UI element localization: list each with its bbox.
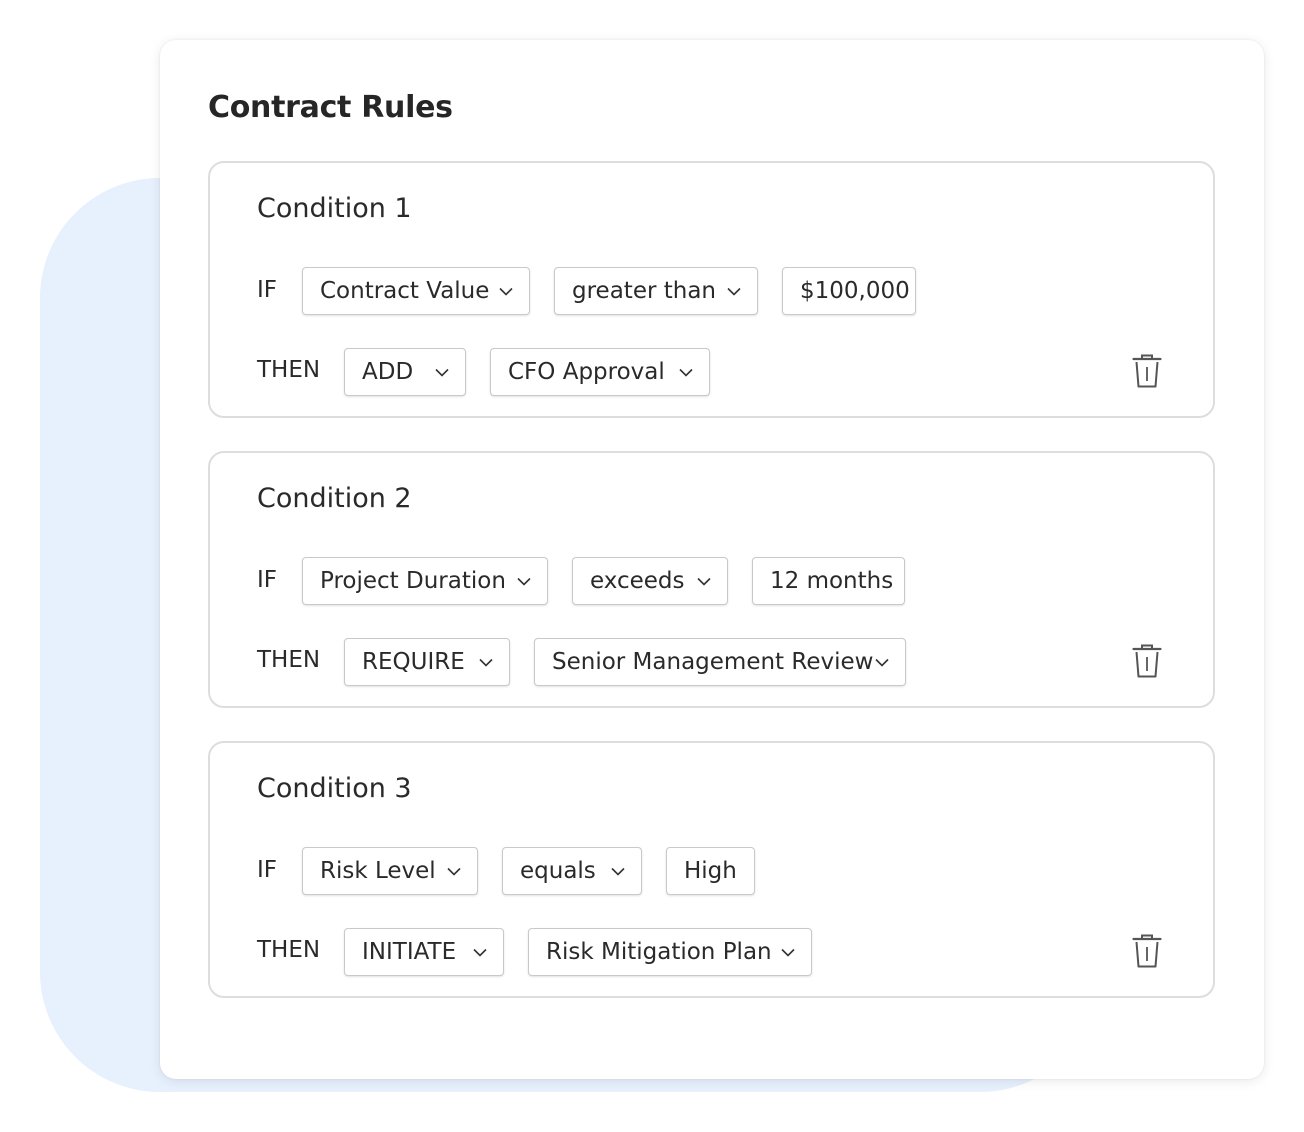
- action-dropdown[interactable]: REQUIRE: [344, 638, 510, 686]
- field-dropdown[interactable]: Contract Value: [302, 267, 530, 315]
- target-dropdown[interactable]: Senior Management Review: [534, 638, 906, 686]
- chevron-down-icon: [677, 366, 695, 378]
- operator-dropdown[interactable]: equals: [502, 847, 642, 895]
- condition-card-3: Condition 3 IF Risk Level equals High TH…: [208, 741, 1215, 998]
- operator-dropdown[interactable]: greater than: [554, 267, 758, 315]
- if-label: IF: [257, 277, 278, 303]
- page-title: Contract Rules: [208, 90, 453, 125]
- action-dropdown-value: REQUIRE: [362, 649, 465, 675]
- trash-icon: [1132, 934, 1162, 968]
- chevron-down-icon: [497, 285, 515, 297]
- operator-dropdown-value: exceeds: [590, 568, 685, 594]
- field-dropdown[interactable]: Risk Level: [302, 847, 478, 895]
- action-dropdown[interactable]: ADD: [344, 348, 466, 396]
- condition-card-2: Condition 2 IF Project Duration exceeds …: [208, 451, 1215, 708]
- if-label: IF: [257, 567, 278, 593]
- chevron-down-icon: [433, 366, 451, 378]
- chevron-down-icon: [695, 575, 713, 587]
- chevron-down-icon: [477, 656, 495, 668]
- field-dropdown[interactable]: Project Duration: [302, 557, 548, 605]
- contract-rules-panel: Contract Rules Condition 1 IF Contract V…: [160, 40, 1264, 1079]
- chevron-down-icon: [873, 656, 891, 668]
- action-dropdown[interactable]: INITIATE: [344, 928, 504, 976]
- chevron-down-icon: [725, 285, 743, 297]
- field-dropdown-value: Risk Level: [320, 858, 436, 884]
- condition-title: Condition 3: [257, 773, 412, 804]
- condition-title: Condition 1: [257, 193, 412, 224]
- condition-title: Condition 2: [257, 483, 412, 514]
- chevron-down-icon: [515, 575, 533, 587]
- operator-dropdown-value: greater than: [572, 278, 716, 304]
- operator-dropdown[interactable]: exceeds: [572, 557, 728, 605]
- target-dropdown-value: CFO Approval: [508, 359, 665, 385]
- action-dropdown-value: ADD: [362, 359, 414, 385]
- trash-icon: [1132, 354, 1162, 388]
- chevron-down-icon: [779, 946, 797, 958]
- operator-dropdown-value: equals: [520, 858, 596, 884]
- value-field-text: High: [684, 858, 737, 884]
- field-dropdown-value: Project Duration: [320, 568, 506, 594]
- trash-icon: [1132, 644, 1162, 678]
- then-label: THEN: [257, 647, 321, 673]
- value-field[interactable]: High: [666, 847, 755, 895]
- then-label: THEN: [257, 357, 321, 383]
- action-dropdown-value: INITIATE: [362, 939, 457, 965]
- chevron-down-icon: [445, 865, 463, 877]
- target-dropdown-value: Risk Mitigation Plan: [546, 939, 772, 965]
- delete-condition-button[interactable]: [1131, 643, 1163, 679]
- then-label: THEN: [257, 937, 321, 963]
- delete-condition-button[interactable]: [1131, 933, 1163, 969]
- chevron-down-icon: [471, 946, 489, 958]
- delete-condition-button[interactable]: [1131, 353, 1163, 389]
- chevron-down-icon: [609, 865, 627, 877]
- value-field-text: 12 months: [770, 568, 894, 594]
- field-dropdown-value: Contract Value: [320, 278, 490, 304]
- target-dropdown[interactable]: CFO Approval: [490, 348, 710, 396]
- condition-card-1: Condition 1 IF Contract Value greater th…: [208, 161, 1215, 418]
- value-field[interactable]: 12 months: [752, 557, 905, 605]
- target-dropdown-value: Senior Management Review: [552, 649, 874, 675]
- value-field-text: $100,000: [800, 278, 910, 304]
- target-dropdown[interactable]: Risk Mitigation Plan: [528, 928, 812, 976]
- if-label: IF: [257, 857, 278, 883]
- value-field[interactable]: $100,000: [782, 267, 916, 315]
